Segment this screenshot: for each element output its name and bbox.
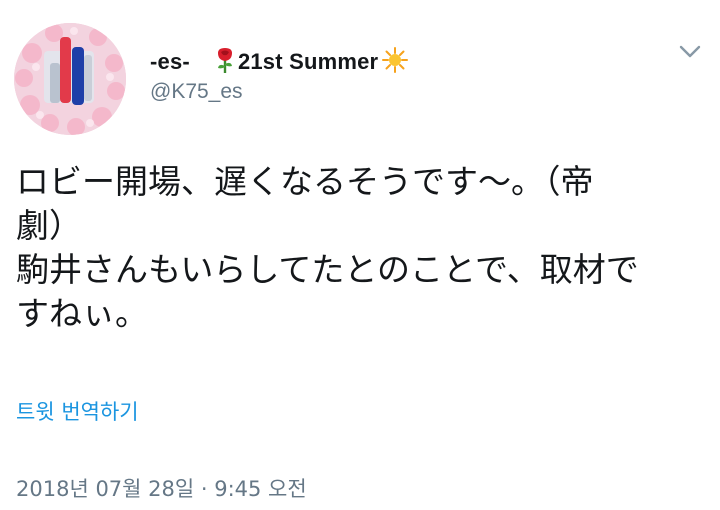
avatar[interactable] <box>14 23 126 135</box>
tweet-text-line: 駒井さんもいらしてたとのことで、取材で <box>16 250 639 289</box>
translate-tweet-link[interactable]: 트윗 번역하기 <box>16 396 139 426</box>
tweet-card: -es- 21st Summer @K75_es ロビー開場、遅くなるそうです〜… <box>0 0 720 510</box>
user-handle[interactable]: @K75_es <box>150 80 243 104</box>
tweet-text-line: 劇） <box>16 206 82 245</box>
sun-sparkle-emoji-icon <box>382 47 409 77</box>
chevron-down-icon[interactable] <box>678 40 702 64</box>
rose-emoji-icon <box>214 47 236 77</box>
tweet-text: ロビー開場、遅くなるそうです〜。（帝 劇） 駒井さんもいらしてたとのことで、取材… <box>16 160 706 336</box>
display-name-suffix[interactable]: 21st Summer <box>238 49 378 75</box>
display-name-row[interactable]: -es- 21st Summer <box>150 44 410 80</box>
avatar-image <box>14 23 126 135</box>
tweet-timestamp[interactable]: 2018년 07월 28일 · 9:45 오전 <box>16 473 307 503</box>
tweet-text-line: ロビー開場、遅くなるそうです〜。（帝 <box>16 162 594 201</box>
tweet-text-line: すねぃ。 <box>16 294 148 333</box>
display-name-prefix[interactable]: -es- <box>150 49 190 75</box>
